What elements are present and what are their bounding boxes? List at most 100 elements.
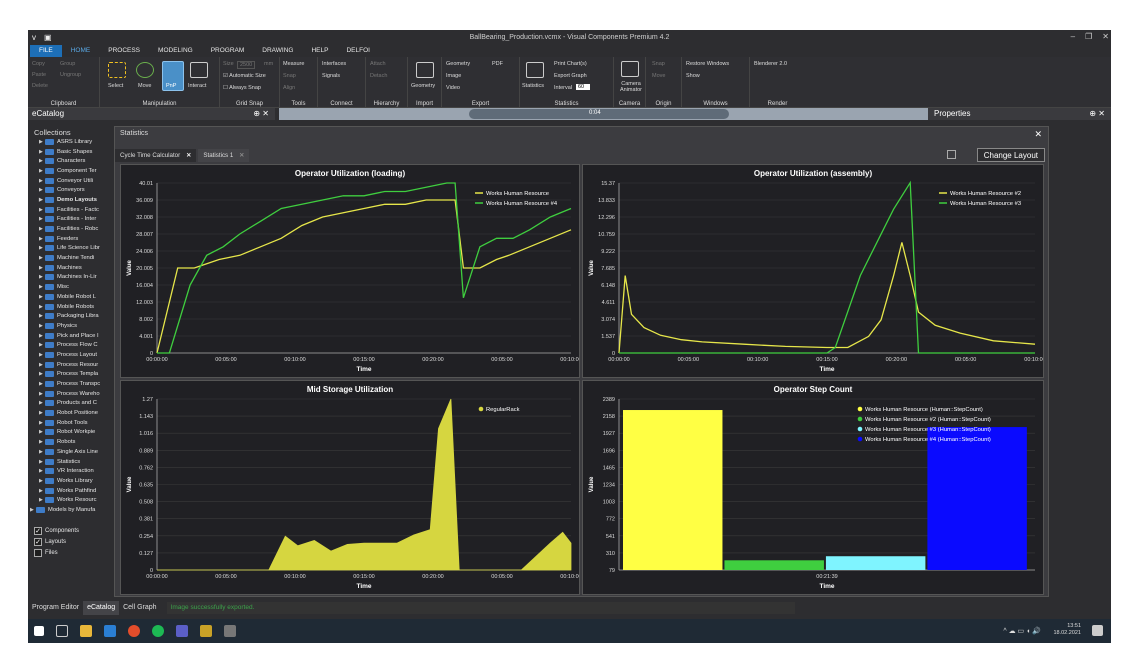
collection-item[interactable]: ▶ ASRS Library	[28, 137, 114, 147]
layout-toggle-icon[interactable]	[947, 150, 956, 159]
tab-stats-close-icon[interactable]: ✕	[239, 149, 244, 162]
layouts-checkbox[interactable]: ✓	[34, 537, 42, 546]
statistics-button[interactable]: Statistics	[522, 83, 544, 89]
components-filter[interactable]: ✓ Components	[28, 525, 79, 536]
teams-icon[interactable]	[176, 625, 188, 637]
select-button[interactable]: Select	[108, 83, 123, 89]
close-icon[interactable]: ✕	[1102, 32, 1109, 41]
collection-item[interactable]: ▶ Mobile Robot L	[28, 292, 114, 302]
attach-button[interactable]: Attach	[370, 61, 386, 67]
always-snap-checkbox[interactable]: ☐ Always Snap	[223, 85, 261, 91]
menu-delfoi[interactable]: DELFOI	[337, 45, 378, 57]
collection-item[interactable]: ▶ Conveyors	[28, 185, 114, 195]
pin-close-icons[interactable]: ⊕ ✕	[253, 108, 269, 120]
camera-icon[interactable]	[621, 61, 639, 77]
collection-item[interactable]: ▶ Robot Positione	[28, 408, 114, 418]
collection-item[interactable]: ▶ VR Interaction	[28, 466, 114, 476]
collection-item[interactable]: ▶ Physics	[28, 321, 114, 331]
collection-item[interactable]: ▶ Works Resourc	[28, 495, 114, 505]
collection-item[interactable]: ▶ Demo Layouts	[28, 195, 114, 205]
tab-cycle-close-icon[interactable]: ✕	[186, 149, 191, 162]
detach-button[interactable]: Detach	[370, 73, 387, 79]
collection-item[interactable]: ▶ Works Pathfind	[28, 486, 114, 496]
interfaces-button[interactable]: Interfaces	[322, 61, 346, 67]
restore-icon[interactable]: ❐	[1085, 32, 1092, 41]
measure-button[interactable]: Measure	[283, 61, 304, 67]
camera-animator-button[interactable]: Camera Animator	[616, 81, 646, 93]
menu-home[interactable]: HOME	[62, 45, 100, 57]
collection-item[interactable]: ▶ Facilities - Inter	[28, 215, 114, 225]
minimize-icon[interactable]: –	[1071, 32, 1075, 41]
task-view-icon[interactable]	[56, 625, 68, 637]
origin-snap-button[interactable]: Snap	[652, 61, 665, 67]
menu-drawing[interactable]: DRAWING	[253, 45, 302, 57]
collection-item[interactable]: ▶ Process Transpc	[28, 379, 114, 389]
tab-program-editor[interactable]: Program Editor	[28, 601, 83, 615]
collection-item[interactable]: ▶ Pick and Place I	[28, 331, 114, 341]
collection-item[interactable]: ▶ Process Wareho	[28, 389, 114, 399]
outlook-icon[interactable]	[104, 625, 116, 637]
size-input[interactable]: 2500	[237, 61, 256, 69]
chrome-icon[interactable]	[128, 625, 140, 637]
file-explorer-icon[interactable]	[80, 625, 92, 637]
export-image-button[interactable]: Image	[446, 73, 461, 79]
collection-item[interactable]: ▶ Single Axis Line	[28, 447, 114, 457]
show-button[interactable]: Show	[686, 73, 700, 79]
collection-item[interactable]: ▶ Robots	[28, 437, 114, 447]
start-icon[interactable]	[34, 626, 44, 636]
import-geometry-icon[interactable]	[416, 62, 434, 78]
origin-move-button[interactable]: Move	[652, 73, 665, 79]
move-button[interactable]: Move	[138, 83, 151, 89]
collection-item[interactable]: ▶ Facilities - Robc	[28, 224, 114, 234]
interact-button[interactable]: Interact	[188, 83, 206, 89]
collection-item[interactable]: ▶ Component Ter	[28, 166, 114, 176]
collection-item[interactable]: ▶ Process Flow C	[28, 340, 114, 350]
import-geometry-button[interactable]: Geometry	[411, 83, 435, 89]
interact-icon[interactable]	[190, 62, 208, 78]
collection-item[interactable]: ▶ Works Library	[28, 476, 114, 486]
collection-item[interactable]: ▶ Conveyor Utili	[28, 176, 114, 186]
interval-input[interactable]: 60	[576, 84, 591, 90]
snap-button[interactable]: Snap	[283, 73, 296, 79]
collection-item[interactable]: ▶ Characters	[28, 156, 114, 166]
files-checkbox[interactable]	[34, 548, 42, 557]
collection-item[interactable]: ▶ Robot Workpie	[28, 428, 114, 438]
change-layout-button[interactable]: Change Layout	[976, 148, 1045, 162]
spotify-icon[interactable]	[152, 625, 164, 637]
properties-close-icon[interactable]: ⊕ ✕	[1089, 108, 1105, 120]
statistics-icon[interactable]	[526, 62, 544, 78]
collection-item[interactable]: ▶ Machine Tendi	[28, 253, 114, 263]
collection-item[interactable]: ▶ Products and C	[28, 399, 114, 409]
blenderer-button[interactable]: Blenderer 2.0	[754, 61, 787, 67]
delete-button[interactable]: Delete	[32, 83, 48, 89]
print-charts-button[interactable]: Print Chart(s)	[554, 61, 587, 67]
align-button[interactable]: Align	[283, 85, 295, 91]
ecatalog-close-icon[interactable]: ✕	[262, 109, 269, 118]
collection-item[interactable]: ▶ Machines	[28, 263, 114, 273]
collection-item[interactable]: ▶ Machines In-Lir	[28, 273, 114, 283]
collection-item[interactable]: ▶ Models by Manufa	[28, 505, 114, 515]
export-geometry-button[interactable]: Geometry	[446, 61, 470, 67]
ungroup-button[interactable]: Ungroup	[60, 72, 81, 78]
components-checkbox[interactable]: ✓	[34, 526, 42, 535]
tab-cycle-time[interactable]: Cycle Time Calculator ✕	[115, 149, 197, 162]
files-filter[interactable]: Files	[28, 547, 79, 558]
automatic-size-checkbox[interactable]: ☑ Automatic Size	[223, 73, 266, 79]
tab-cell-graph[interactable]: Cell Graph	[119, 601, 160, 615]
paste-button[interactable]: Paste	[32, 72, 46, 78]
copy-button[interactable]: Copy	[32, 61, 45, 67]
tab-ecatalog[interactable]: eCatalog	[83, 601, 120, 615]
collection-item[interactable]: ▶ Process Resour	[28, 360, 114, 370]
layouts-filter[interactable]: ✓ Layouts	[28, 536, 79, 547]
collection-item[interactable]: ▶ Basic Shapes	[28, 147, 114, 157]
restore-windows-button[interactable]: Restore Windows	[686, 61, 729, 67]
collection-item[interactable]: ▶ Process Templa	[28, 370, 114, 380]
menu-program[interactable]: PROGRAM	[202, 45, 254, 57]
tray-icons[interactable]: ^ ☁ ▭ ◖ 🔊	[1003, 627, 1041, 635]
select-icon[interactable]	[108, 62, 126, 78]
signals-button[interactable]: Signals	[322, 73, 340, 79]
collection-item[interactable]: ▶ Process Layout	[28, 350, 114, 360]
playback-controls[interactable]: 0:04	[469, 109, 729, 119]
menu-help[interactable]: HELP	[302, 45, 337, 57]
pnp-button[interactable]: PnP	[166, 83, 176, 89]
